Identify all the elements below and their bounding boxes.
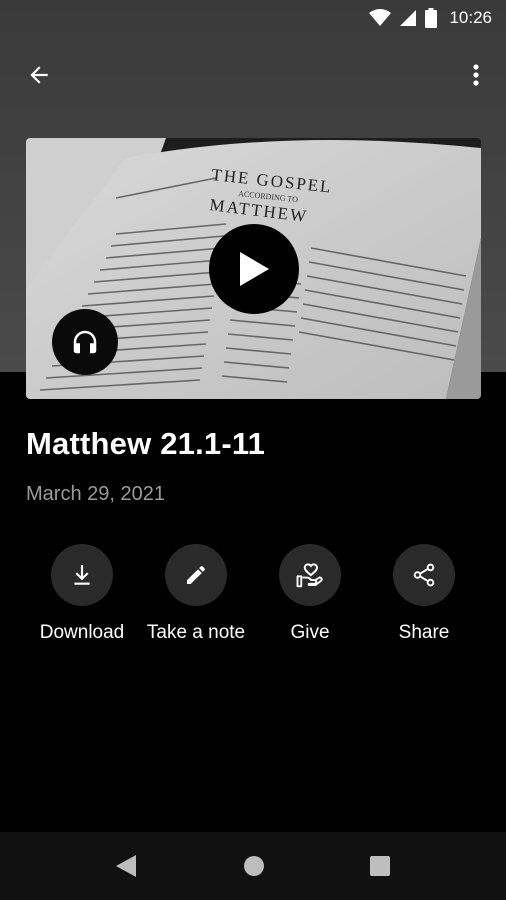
play-button[interactable] [209,224,299,314]
sermon-media-thumbnail[interactable]: THE GOSPEL ACCORDING TO MATTHEW [26,138,481,399]
system-nav-bar [0,832,506,900]
share-button[interactable] [393,544,455,606]
download-label: Download [39,622,125,643]
nav-recents-button[interactable] [366,852,394,880]
take-note-label: Take a note [146,622,246,643]
download-icon [74,565,90,585]
listen-audio-button[interactable] [52,309,118,375]
download-button[interactable] [51,544,113,606]
action-row: Download Take a note Give Share [26,544,482,654]
download-action[interactable]: Download [22,544,142,644]
triangle-back-icon [116,855,136,877]
more-vert-icon [473,64,479,86]
give-heart-hand-icon [296,563,323,588]
pencil-icon [187,565,206,584]
nav-back-button[interactable] [112,852,140,880]
sermon-date: March 29, 2021 [26,483,165,505]
back-button[interactable] [22,58,56,92]
square-recents-icon [370,856,390,876]
battery-icon [425,8,438,28]
give-button[interactable] [279,544,341,606]
take-note-button[interactable] [165,544,227,606]
signal-icon [399,9,417,27]
sermon-title: Matthew 21.1-11 [26,426,266,461]
app-bar [0,50,506,98]
headphones-icon [73,330,97,354]
share-action[interactable]: Share [364,544,484,644]
give-action[interactable]: Give [250,544,370,644]
give-label: Give [290,622,330,643]
circle-home-icon [244,856,264,876]
play-icon [240,252,269,286]
nav-home-button[interactable] [240,852,268,880]
arrow-back-icon [30,66,48,84]
share-label: Share [398,622,450,643]
share-icon [413,563,435,587]
more-options-button[interactable] [464,58,488,92]
wifi-icon [369,9,392,27]
status-time: 10:26 [449,8,492,27]
screen: 10:26 THE GOSPEL ACCORDING TO MATTHEW Ma… [0,0,506,900]
status-bar: 10:26 [0,0,506,36]
take-note-action[interactable]: Take a note [136,544,256,644]
